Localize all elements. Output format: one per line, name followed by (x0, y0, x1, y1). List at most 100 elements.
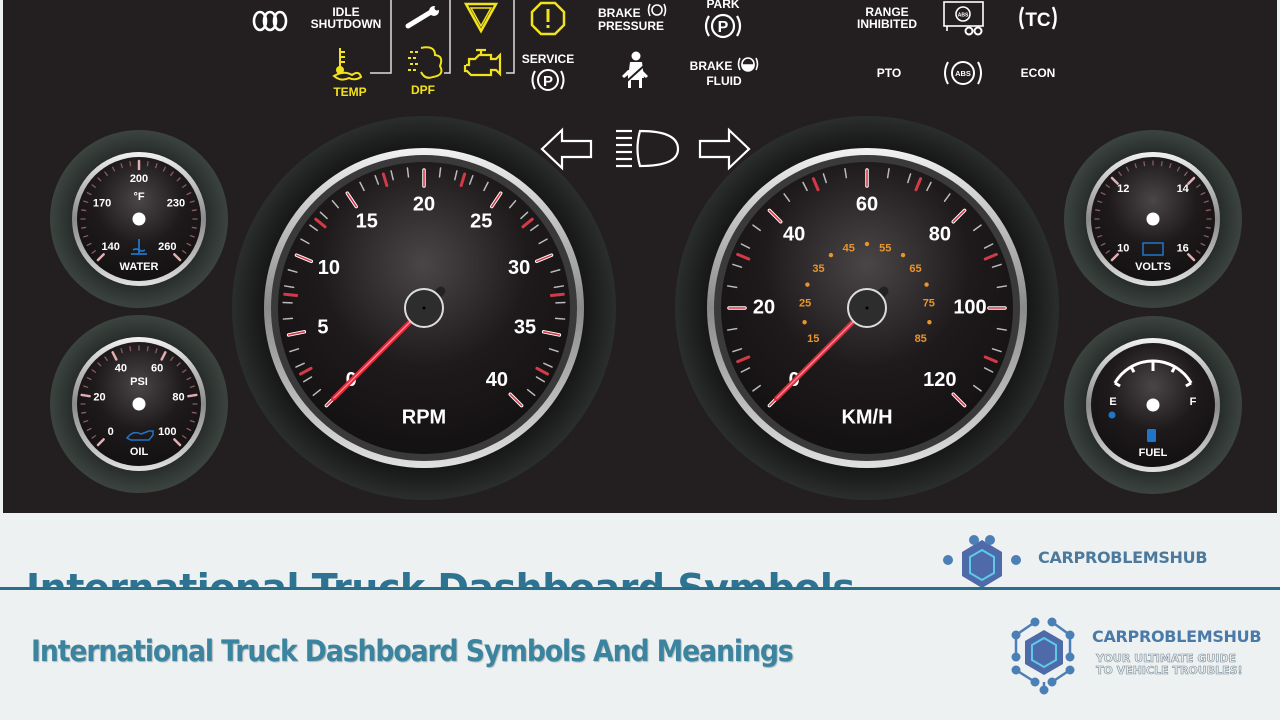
gauge-unit-label: °F (133, 191, 144, 203)
hexagon-logo-icon (1011, 617, 1075, 695)
gauge-tick (1205, 226, 1211, 229)
pto-label: PTO (877, 66, 901, 80)
gauge-tick (191, 209, 197, 212)
minor-tick (282, 317, 294, 320)
dpf-icon (408, 46, 443, 79)
brand-logo[interactable]: CARPROBLEMSHUB YOUR ULTIMATE GUIDE TO VE… (1008, 615, 1268, 695)
gauge-tick (187, 393, 198, 398)
gauge-tick-label: 30 (508, 257, 530, 279)
gauge-tick (191, 411, 197, 414)
gauge-tick-label: 10 (318, 257, 340, 279)
brake-warning-icon (647, 3, 667, 17)
fuel-pump-icon (1147, 429, 1156, 442)
gauge-tick-label: 20 (93, 392, 105, 404)
ghost-logo: CARPROBLEMSHUB (938, 532, 1238, 588)
gauge-tick (191, 226, 197, 229)
warning-triangle-icon (463, 2, 499, 34)
needle-hub-center (422, 306, 426, 310)
fuel-full-label: F (1190, 396, 1197, 408)
gauge-tick-label: 15 (356, 211, 378, 233)
gauge-name-label: WATER (120, 261, 159, 273)
gauge-tick (1160, 161, 1163, 167)
seatbelt-icon (622, 51, 648, 88)
gauge-unit-label: PSI (130, 376, 148, 388)
gauge-tick-label: 40 (115, 362, 127, 374)
temp-label: TEMP (333, 85, 366, 99)
gauge-tick-label: 0 (108, 426, 114, 438)
gauge-tick-label: 120 (923, 369, 956, 391)
gauge-tick-label: 40 (486, 369, 508, 391)
gauge-tick (81, 226, 87, 229)
gauge-tick-label: 20 (753, 296, 775, 318)
oil-pressure-gauge: 0 20 40 60 80 100 PSI OIL (50, 315, 228, 493)
mid-tick (283, 292, 299, 297)
speedometer-gauge: 0204060801001201525354555657585KM/H (675, 116, 1059, 500)
needle-hub (132, 212, 146, 226)
gauge-tick-label: 16 (1177, 243, 1189, 255)
needle-hub (1146, 212, 1160, 226)
gauge-tick (146, 161, 149, 167)
gauge-tick-label: 10 (1117, 243, 1129, 255)
gauge-tick (81, 411, 87, 414)
gauge-tick (1095, 209, 1101, 212)
gauge-tick (81, 209, 87, 212)
stop-octagon-icon (530, 1, 566, 36)
ghost-title: International Truck Dashboard Symbols (26, 566, 855, 588)
fuel-low-indicator (1108, 411, 1116, 419)
gauge-unit-label: KM/H (841, 406, 892, 428)
inner-scale-label: 65 (909, 263, 921, 275)
brand-name: CARPROBLEMSHUB (1092, 627, 1262, 646)
inner-scale-label: 85 (915, 333, 927, 345)
dashboard-graphic: IDLE SHUTDOWN BRAKE PRESSURE PARK P RANG… (50, 0, 1242, 500)
minor-tick (406, 167, 410, 178)
trailer-abs-icon: ABS (943, 1, 984, 36)
inner-scale-label: 25 (799, 297, 811, 309)
gauge-name-label: VOLTS (1135, 261, 1171, 273)
inner-scale-dot (802, 320, 807, 325)
park-brake-icon: P (704, 13, 742, 39)
ghost-brand: CARPROBLEMSHUB (1038, 548, 1208, 567)
gauge-tick-label: 60 (151, 362, 163, 374)
gauge-tick (146, 346, 149, 352)
gauge-tick-label: 25 (470, 211, 492, 233)
connector-line (506, 0, 515, 74)
gauge-tick-label: 35 (514, 316, 536, 338)
minor-tick (438, 167, 442, 178)
gauge-tick-label: 40 (783, 223, 805, 245)
dashboard-image: IDLE SHUTDOWN BRAKE PRESSURE PARK P RANG… (3, 0, 1277, 513)
glow-plug-icon (252, 10, 288, 32)
svg-text:TC: TC (1025, 10, 1051, 31)
svg-text:ABS: ABS (958, 13, 969, 19)
gauge-tick (129, 346, 132, 352)
high-beam-icon (616, 129, 680, 168)
gauge-tick-label: 12 (1117, 183, 1129, 195)
svg-text:P: P (543, 73, 553, 90)
needle-hub (132, 397, 146, 411)
econ-label: ECON (1021, 66, 1056, 80)
gauge-tick-label: 140 (102, 241, 120, 253)
brake-pressure-label: BRAKE (598, 6, 641, 20)
gauge-tick-label: 80 (929, 223, 951, 245)
gauge-tick (1205, 209, 1211, 212)
page-caption: International Truck Dashboard Symbols An… (31, 634, 794, 668)
range-inhibited-label-2: INHIBITED (857, 17, 917, 31)
gauge-tick-label: 230 (167, 198, 185, 210)
inner-scale-label: 75 (923, 297, 935, 309)
abs-icon: ABS (944, 61, 982, 85)
brake-fluid-label-2: FLUID (706, 74, 742, 88)
gauge-tick (129, 161, 132, 167)
brake-fluid-icon (737, 57, 759, 72)
connector-line (444, 0, 451, 74)
check-engine-icon (463, 48, 502, 77)
inner-scale-label: 55 (879, 243, 891, 255)
gauge-tick (1095, 226, 1101, 229)
gauge-tick-label: 170 (93, 198, 111, 210)
inner-scale-dot (927, 320, 932, 325)
mid-tick (549, 292, 565, 297)
coolant-temp-icon (332, 48, 363, 81)
inner-scale-dot (828, 252, 834, 258)
brand-tagline-2: TO VEHICLE TROUBLES! (1096, 664, 1243, 677)
inner-scale-label: 35 (812, 263, 824, 275)
divider-rule (0, 587, 1280, 590)
gauge-tick-label: 80 (172, 392, 184, 404)
